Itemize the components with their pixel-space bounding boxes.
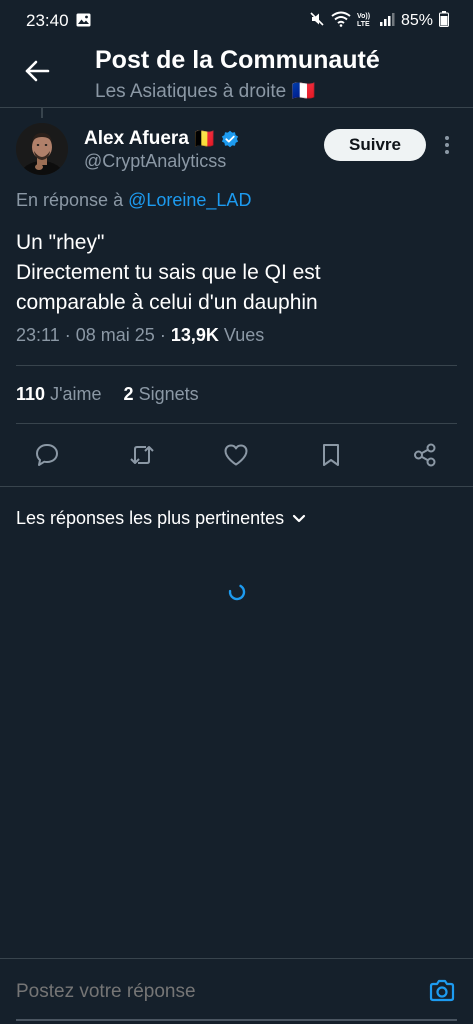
bookmark-button[interactable] bbox=[316, 440, 346, 470]
repost-button[interactable] bbox=[127, 440, 157, 470]
bookmarks-stat[interactable]: 2 Signets bbox=[124, 384, 199, 404]
post-text: Un "rhey" Directement tu sais que le QI … bbox=[16, 228, 461, 318]
follow-button[interactable]: Suivre bbox=[324, 129, 426, 161]
status-icons: Vo)) LTE 85% bbox=[309, 10, 449, 32]
repost-icon bbox=[130, 446, 154, 464]
verified-badge-icon bbox=[221, 130, 238, 148]
battery-level: 85% bbox=[400, 12, 433, 29]
more-options-icon[interactable] bbox=[438, 132, 456, 158]
likes-label: J'aime bbox=[50, 384, 102, 404]
reply-context: En réponse à @Loreine_LAD bbox=[16, 190, 251, 211]
composer-underline bbox=[16, 1019, 457, 1021]
post-date: 08 mai 25 bbox=[75, 325, 155, 345]
post-text-line: Un "rhey" bbox=[16, 231, 105, 254]
status-time: 23:40 bbox=[26, 11, 69, 30]
share-icon bbox=[414, 443, 436, 467]
divider bbox=[16, 423, 457, 424]
post-text-line: Directement tu sais que le QI est bbox=[16, 261, 321, 284]
reply-button[interactable] bbox=[32, 440, 62, 470]
avatar[interactable] bbox=[16, 123, 68, 175]
divider bbox=[0, 486, 473, 487]
heart-icon bbox=[224, 444, 248, 466]
reply-input[interactable] bbox=[16, 981, 396, 1003]
belgium-flag-icon: 🇧🇪 bbox=[192, 129, 217, 150]
mute-icon bbox=[309, 11, 325, 32]
volte-icon: Vo)) LTE bbox=[357, 11, 373, 32]
signal-icon bbox=[379, 11, 395, 32]
wifi-icon bbox=[331, 11, 351, 32]
gallery-icon bbox=[76, 13, 91, 27]
author-name[interactable]: Alex Afuera 🇧🇪 bbox=[84, 127, 239, 151]
share-button[interactable] bbox=[410, 440, 440, 470]
replies-sort-dropdown[interactable]: Les réponses les plus pertinentes bbox=[16, 508, 306, 529]
bookmarks-count: 2 bbox=[123, 384, 134, 404]
reply-prefix: En réponse à bbox=[16, 190, 124, 210]
bookmark-icon bbox=[323, 444, 339, 466]
top-app-bar: Post de la Communauté Les Asiatiques à d… bbox=[0, 42, 473, 108]
chevron-down-icon bbox=[293, 514, 306, 522]
battery-icon bbox=[439, 10, 449, 32]
post-actions bbox=[0, 434, 473, 476]
author-name-label: Alex Afuera bbox=[84, 128, 189, 149]
author-handle[interactable]: @CryptAnalyticss bbox=[84, 151, 226, 172]
camera-icon bbox=[429, 979, 455, 1002]
svg-text:LTE: LTE bbox=[357, 21, 370, 27]
post-meta: 23:11 · 08 mai 25 · 13,9K Vues bbox=[16, 325, 265, 345]
divider bbox=[16, 365, 457, 366]
thread-connector bbox=[41, 108, 43, 118]
back-button[interactable] bbox=[20, 56, 54, 86]
likes-count: 110 bbox=[16, 384, 46, 404]
views-label: Vues bbox=[223, 325, 265, 345]
community-name[interactable]: Les Asiatiques à droite 🇫🇷 bbox=[95, 79, 315, 103]
post-time: 23:11 bbox=[16, 325, 60, 345]
france-flag-icon: 🇫🇷 bbox=[291, 81, 316, 102]
arrow-left-icon bbox=[25, 60, 50, 82]
reply-mention-link[interactable]: @Loreine_LAD bbox=[128, 190, 251, 210]
svg-text:Vo)): Vo)) bbox=[357, 13, 370, 20]
loading-spinner-icon bbox=[227, 582, 247, 602]
community-name-label: Les Asiatiques à droite bbox=[95, 81, 287, 102]
status-bar: 23:40 Vo)) LTE 85% bbox=[0, 0, 473, 42]
sort-label: Les réponses les plus pertinentes bbox=[16, 508, 285, 528]
like-button[interactable] bbox=[221, 440, 251, 470]
reply-composer bbox=[0, 958, 473, 1024]
screen: 23:40 Vo)) LTE 85% Post de la Communauté… bbox=[0, 0, 473, 1024]
views-count: 13,9K bbox=[170, 325, 219, 345]
post-stats: 110 J'aime 2 Signets bbox=[16, 384, 199, 405]
post-text-line: comparable à celui d'un dauphin bbox=[16, 291, 318, 314]
bookmarks-label: Signets bbox=[138, 384, 199, 404]
likes-stat[interactable]: 110 J'aime bbox=[16, 384, 102, 404]
camera-button[interactable] bbox=[427, 976, 457, 1006]
page-title: Post de la Communauté bbox=[95, 46, 380, 74]
reply-icon bbox=[36, 444, 58, 466]
